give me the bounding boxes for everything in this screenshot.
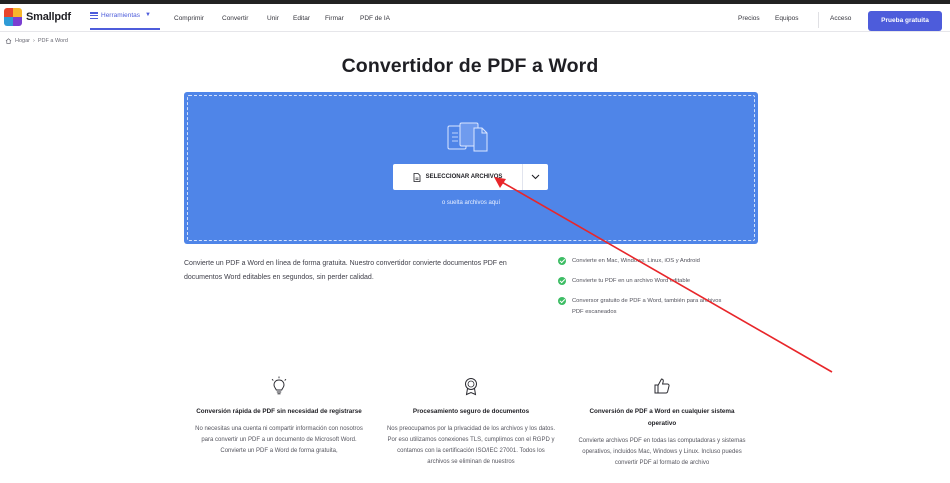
feature-title: Procesamiento seguro de documentos (412, 408, 530, 415)
logo-text: Smallpdf (26, 11, 71, 23)
site-header: Smallpdf Herramientas ▼ Comprimir Conver… (0, 4, 950, 32)
benefit-item: Convierte en Mac, Windows, Linux, iOS y … (558, 256, 748, 267)
breadcrumb-home[interactable]: Hogar (15, 38, 30, 44)
page-title: Convertidor de PDF a Word (341, 55, 599, 77)
menu-lines-icon (90, 12, 98, 19)
feature-any-os: Conversión de PDF a Word en cualquier si… (577, 376, 747, 469)
feature-title: Conversión rápida de PDF sin necesidad d… (196, 408, 362, 415)
logo-mark-icon (4, 8, 22, 26)
feature-text: No necesitas una cuenta ni compartir inf… (195, 426, 363, 454)
select-files-button[interactable]: SELECCIONAR ARCHIVOS (393, 164, 522, 190)
benefit-item: Convierte tu PDF en un archivo Word edit… (558, 276, 748, 287)
feature-text: Nos preocupamos por la privacidad de los… (386, 426, 556, 465)
feature-fast-conversion: Conversión rápida de PDF sin necesidad d… (194, 376, 364, 457)
select-files-group: SELECCIONAR ARCHIVOS (393, 164, 548, 190)
nav-merge[interactable]: Unir (267, 15, 279, 22)
benefit-text: Convierte en Mac, Windows, Linux, iOS y … (572, 258, 700, 264)
breadcrumb: Hogar › PDF a Word (5, 38, 68, 44)
nav-convert[interactable]: Convertir (222, 15, 248, 22)
documents-icon (447, 122, 488, 152)
feature-secure-processing: Procesamiento seguro de documentos Nos p… (386, 376, 556, 468)
thumbs-up-icon (654, 378, 670, 394)
feature-text: Convierte archivos PDF en todas las comp… (578, 438, 746, 466)
source-dropdown-button[interactable] (523, 164, 548, 190)
award-badge-icon (465, 378, 477, 396)
nav-sign[interactable]: Firmar (325, 15, 344, 22)
tool-description: Convierte un PDF a Word en línea de form… (184, 260, 507, 281)
tools-menu-label: Herramientas (101, 12, 141, 19)
file-drop-zone[interactable]: SELECCIONAR ARCHIVOS o suelta archivos a… (184, 92, 758, 244)
login-link[interactable]: Acceso (830, 15, 851, 22)
check-circle-icon (558, 277, 566, 285)
nav-pricing[interactable]: Precios (738, 15, 760, 22)
drop-files-hint: o suelta archivos aquí (441, 200, 501, 206)
feature-title: Conversión de PDF a Word en cualquier si… (589, 408, 735, 427)
home-icon (5, 38, 12, 44)
check-circle-icon (558, 297, 566, 305)
caret-down-icon: ▼ (145, 12, 151, 18)
breadcrumb-current: PDF a Word (37, 38, 68, 44)
nav-pdf-ai[interactable]: PDF de IA (360, 15, 390, 22)
select-files-label: SELECCIONAR ARCHIVOS (425, 174, 503, 180)
chevron-down-icon (531, 174, 540, 180)
lightbulb-icon (271, 376, 287, 395)
file-icon (413, 172, 420, 182)
nav-edit[interactable]: Editar (293, 15, 310, 22)
benefit-item: Conversor gratuito de PDF a Word, tambié… (558, 296, 723, 317)
breadcrumb-separator: › (32, 38, 35, 44)
free-trial-button[interactable]: Prueba gratuita (868, 11, 942, 31)
check-circle-icon (558, 257, 566, 265)
smallpdf-logo[interactable]: Smallpdf (4, 8, 71, 26)
nav-teams[interactable]: Equipos (775, 15, 799, 22)
benefit-text: Convierte tu PDF en un archivo Word edit… (572, 278, 691, 284)
header-divider (818, 12, 819, 28)
benefit-text: Conversor gratuito de PDF a Word, tambié… (572, 298, 722, 315)
nav-compress[interactable]: Comprimir (174, 15, 204, 22)
tools-menu-button[interactable]: Herramientas ▼ (90, 7, 160, 30)
